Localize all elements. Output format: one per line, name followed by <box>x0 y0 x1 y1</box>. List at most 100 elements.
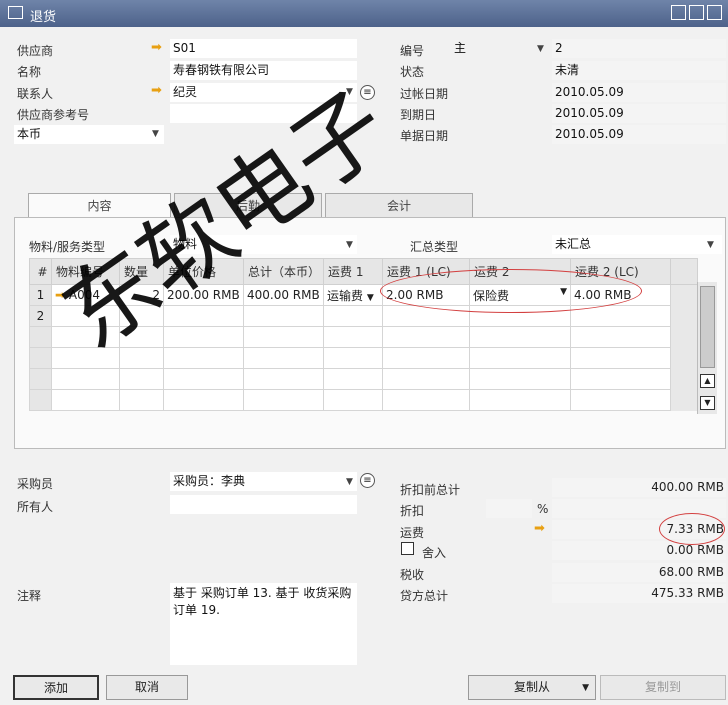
freight2-cell[interactable] <box>469 305 571 327</box>
freight2-lc-cell[interactable]: 4.00 RMB <box>570 284 671 306</box>
qty-cell[interactable] <box>119 305 164 327</box>
col-header[interactable]: 运费 1 <box>323 258 383 285</box>
table-row[interactable] <box>29 389 698 411</box>
chevron-down-icon[interactable]: ▼ <box>367 293 374 303</box>
remarks-textarea[interactable]: 基于 采购订单 13. 基于 收货采购订单 19. <box>170 583 357 665</box>
unit-price-cell[interactable] <box>163 305 244 327</box>
col-header[interactable]: 运费 1 (LC) <box>382 258 470 285</box>
col-header[interactable]: 单位价格 <box>163 258 244 285</box>
row-number[interactable] <box>29 389 52 411</box>
chevron-down-icon[interactable]: ▼ <box>560 287 567 297</box>
list-icon[interactable]: ≡ <box>360 473 375 488</box>
scroll-down-icon[interactable]: ▼ <box>700 396 715 410</box>
grid-scrollbar[interactable]: ▲ ▼ <box>697 282 717 414</box>
name-label: 名称 <box>17 65 42 79</box>
status-field: 未清 <box>552 61 726 80</box>
col-header[interactable]: 运费 2 <box>469 258 571 285</box>
table-row[interactable] <box>29 347 698 369</box>
chevron-down-icon[interactable]: ▼ <box>582 677 589 700</box>
buyer-select[interactable]: 采购员：李典 <box>170 472 357 491</box>
row-number[interactable]: 1 <box>29 284 52 306</box>
freight1-cell[interactable]: 运输费 ▼ <box>323 284 383 306</box>
doc-date-label: 单据日期 <box>400 129 449 143</box>
total-cell[interactable]: 400.00 RMB <box>243 284 324 306</box>
scroll-thumb[interactable] <box>700 286 715 368</box>
row-number[interactable] <box>29 347 52 369</box>
link-arrow-icon[interactable]: ➡ <box>534 521 545 536</box>
discount-value[interactable] <box>552 499 726 518</box>
series-select[interactable]: 主 <box>451 39 547 58</box>
copy-from-button[interactable]: 复制从 ▼ <box>468 675 596 700</box>
close-icon[interactable] <box>707 5 722 20</box>
vendor-ref-label: 供应商参考号 <box>17 108 90 122</box>
unit-price-cell[interactable]: 200.00 RMB <box>163 284 244 306</box>
doc-date-field[interactable]: 2010.05.09 <box>552 125 726 144</box>
chevron-down-icon[interactable]: ▼ <box>346 477 353 487</box>
row-number[interactable] <box>29 326 52 348</box>
list-icon[interactable]: ≡ <box>360 85 375 100</box>
tax-value: 68.00 RMB <box>552 563 726 582</box>
chevron-down-icon[interactable]: ▼ <box>346 240 353 250</box>
freight1-value: 运输费 <box>327 288 364 303</box>
col-header[interactable]: 总计（本币） <box>243 258 324 285</box>
rounding-checkbox[interactable] <box>401 542 414 555</box>
chevron-down-icon[interactable]: ▼ <box>346 87 353 97</box>
tab-logistics[interactable]: 后勤 <box>174 193 322 218</box>
rounding-value: 0.00 RMB <box>552 541 726 560</box>
number-label: 编号 <box>400 44 425 58</box>
row-number[interactable]: 2 <box>29 305 52 327</box>
table-row[interactable]: 1 ➡ A004 2 200.00 RMB 400.00 RMB 运输费 ▼ 2… <box>29 284 698 306</box>
summary-type-select[interactable]: 未汇总 <box>552 235 722 254</box>
vendor-field[interactable]: S01 <box>170 39 357 58</box>
item-cell[interactable] <box>51 305 120 327</box>
col-header: # <box>29 258 52 285</box>
currency-select[interactable]: 本币 <box>14 125 164 144</box>
minimize-icon[interactable] <box>671 5 686 20</box>
col-header[interactable]: 运费 2 (LC) <box>570 258 671 285</box>
number-field[interactable]: 2 <box>552 39 726 58</box>
posting-date-field[interactable]: 2010.05.09 <box>552 83 726 102</box>
owner-label: 所有人 <box>17 500 54 514</box>
tab-contents[interactable]: 内容 <box>28 193 171 218</box>
maximize-icon[interactable] <box>689 5 704 20</box>
table-row[interactable]: 2 <box>29 305 698 327</box>
chevron-down-icon[interactable]: ▼ <box>537 44 544 54</box>
total-cell[interactable] <box>243 305 324 327</box>
table-row[interactable] <box>29 326 698 348</box>
chevron-down-icon[interactable]: ▼ <box>707 240 714 250</box>
freight2-lc-cell[interactable] <box>570 305 671 327</box>
total-value: 475.33 RMB <box>552 584 726 603</box>
link-arrow-icon[interactable]: ➡ <box>151 83 162 98</box>
item-code: A004 <box>68 288 101 302</box>
qty-cell[interactable]: 2 <box>119 284 164 306</box>
freight1-lc-cell[interactable] <box>382 305 470 327</box>
freight2-cell[interactable]: 保险费 ▼ <box>469 284 571 306</box>
buyer-label: 采购员 <box>17 477 54 491</box>
freight1-cell[interactable] <box>323 305 383 327</box>
discount-percent-field[interactable] <box>486 499 532 518</box>
contact-field[interactable]: 纪灵 <box>170 83 357 102</box>
row-number[interactable] <box>29 368 52 390</box>
item-cell[interactable]: ➡ A004 <box>51 284 120 306</box>
freight1-lc-cell[interactable]: 2.00 RMB <box>382 284 470 306</box>
col-header[interactable]: 物料编号 <box>51 258 120 285</box>
due-date-label: 到期日 <box>400 108 437 122</box>
form-icon <box>8 6 23 19</box>
window-title: 退货 <box>30 10 57 25</box>
vendor-ref-field[interactable] <box>170 104 357 123</box>
item-type-select[interactable]: 物料 <box>170 235 357 254</box>
chevron-down-icon[interactable]: ▼ <box>152 129 159 139</box>
freight-label: 运费 <box>400 526 425 540</box>
name-field[interactable]: 寿春钢铁有限公司 <box>170 61 357 80</box>
tab-accounting[interactable]: 会计 <box>325 193 473 218</box>
due-date-field[interactable]: 2010.05.09 <box>552 104 726 123</box>
scroll-gutter <box>670 305 698 327</box>
link-arrow-icon[interactable]: ➡ <box>55 288 65 302</box>
link-arrow-icon[interactable]: ➡ <box>151 40 162 55</box>
col-header[interactable]: 数量 <box>119 258 164 285</box>
scroll-up-icon[interactable]: ▲ <box>700 374 715 388</box>
owner-field[interactable] <box>170 495 357 514</box>
add-button[interactable]: 添加 <box>13 675 99 700</box>
table-row[interactable] <box>29 368 698 390</box>
cancel-button[interactable]: 取消 <box>106 675 188 700</box>
